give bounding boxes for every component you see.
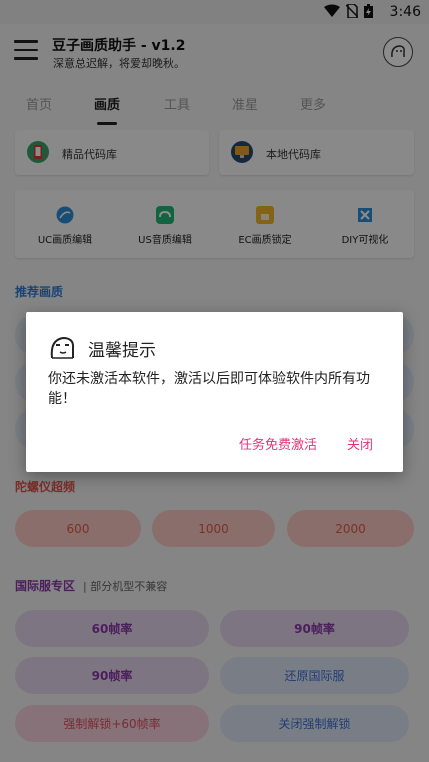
mascot-icon xyxy=(48,332,78,362)
free-activate-button[interactable]: 任务免费激活 xyxy=(239,434,317,453)
notice-dialog: 温馨提示 你还未激活本软件，激活以后即可体验软件内所有功能！ 任务免费激活 关闭 xyxy=(26,312,403,472)
dialog-title: 温馨提示 xyxy=(88,341,156,361)
dialog-message: 你还未激活本软件，激活以后即可体验软件内所有功能！ xyxy=(48,371,370,407)
close-button[interactable]: 关闭 xyxy=(347,434,373,453)
